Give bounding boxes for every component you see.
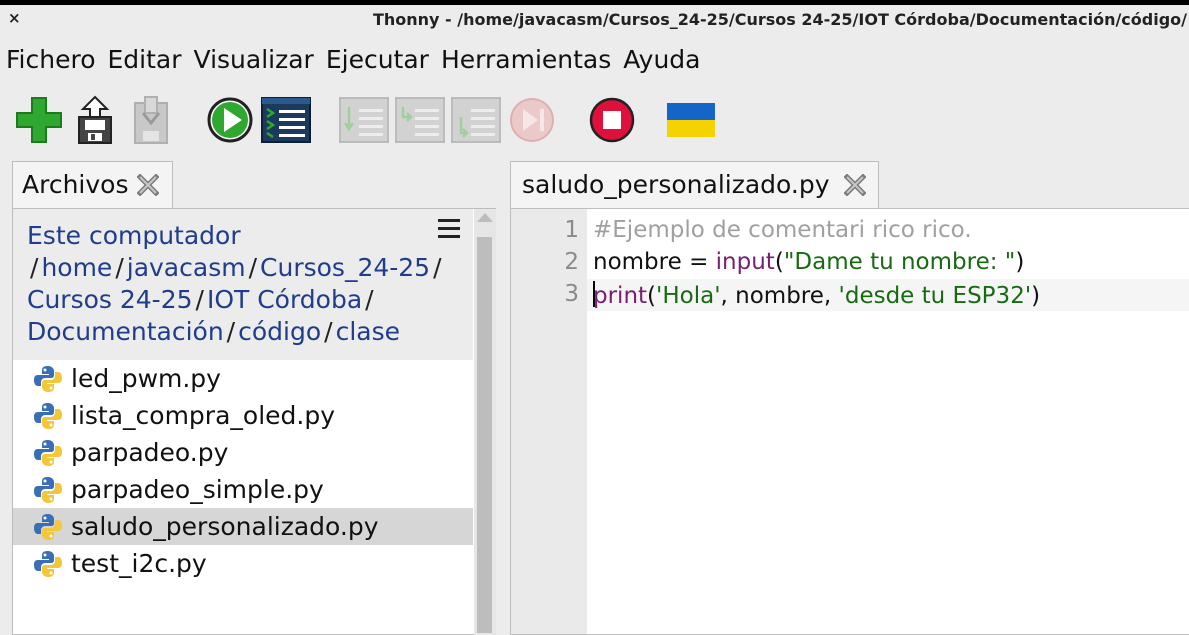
- stop-icon: [589, 97, 635, 143]
- path-separator: /: [30, 253, 39, 282]
- file-list: led_pwm.py lista_compra_oled.py parpadeo…: [13, 360, 473, 582]
- path-separator: /: [115, 253, 124, 282]
- line-number-gutter: 1 2 3: [511, 209, 587, 634]
- window-title: Thonny - /home/javacasm/Cursos_24-25/Cur…: [372, 10, 1187, 29]
- file-item-test-i2c[interactable]: test_i2c.py: [13, 545, 473, 582]
- new-file-icon: [16, 97, 62, 143]
- save-file-icon: [134, 96, 168, 144]
- path-separator: /: [433, 253, 442, 282]
- title-bar: × Thonny - /home/javacasm/Cursos_24-25/C…: [0, 0, 1189, 37]
- tab-files-label: Archivos: [22, 170, 129, 199]
- resume-icon: [510, 98, 554, 142]
- path-segment[interactable]: Documentación: [27, 317, 224, 346]
- python-icon: [34, 439, 62, 466]
- path-segment[interactable]: Cursos 24-25: [27, 285, 193, 314]
- step-over-icon: [339, 97, 389, 143]
- path-segment[interactable]: código: [238, 317, 321, 346]
- path-segment[interactable]: clase: [336, 317, 400, 346]
- python-icon: [34, 365, 62, 392]
- editor-tab-label: saludo_personalizado.py: [522, 170, 830, 199]
- code-line-1: #Ejemplo de comentari rico rico.: [593, 217, 972, 243]
- menu-ayuda[interactable]: Ayuda: [623, 45, 700, 74]
- file-item-name: parpadeo_simple.py: [71, 475, 324, 504]
- file-item-parpadeo[interactable]: parpadeo.py: [13, 434, 473, 471]
- path-segment[interactable]: Cursos_24-25: [260, 253, 430, 282]
- step-over-button[interactable]: [338, 92, 390, 148]
- close-icon[interactable]: [137, 174, 159, 196]
- step-into-button[interactable]: [394, 92, 446, 148]
- python-icon: [34, 513, 62, 540]
- file-item-name: parpadeo.py: [71, 438, 229, 467]
- file-item-led-pwm[interactable]: led_pwm.py: [13, 360, 473, 397]
- code-line-3: print('Hola', nombre, 'desde tu ESP32'): [593, 281, 1041, 309]
- tab-editor-saludo-personalizado[interactable]: saludo_personalizado.py: [510, 161, 879, 209]
- close-icon[interactable]: ×: [8, 9, 21, 27]
- file-item-name: saludo_personalizado.py: [71, 512, 379, 541]
- file-item-saludo-personalizado[interactable]: saludo_personalizado.py: [13, 508, 473, 545]
- line-number: 2: [564, 249, 579, 275]
- file-item-name: led_pwm.py: [71, 364, 221, 393]
- run-icon: [207, 97, 253, 143]
- run-button[interactable]: [204, 92, 256, 148]
- file-item-name: lista_compra_oled.py: [71, 401, 336, 430]
- path-separator: /: [324, 317, 333, 346]
- code-text-area[interactable]: #Ejemplo de comentari rico rico. nombre …: [587, 209, 1189, 634]
- open-file-button[interactable]: [69, 92, 121, 148]
- breadcrumb: Este computador / home / javacasm / Cursos_24…: [13, 209, 473, 360]
- path-separator: /: [365, 285, 374, 314]
- step-into-icon: [395, 97, 445, 143]
- path-segment[interactable]: home: [41, 253, 112, 282]
- line-number: 1: [564, 217, 579, 243]
- debug-button[interactable]: [260, 92, 312, 148]
- file-item-parpadeo-simple[interactable]: parpadeo_simple.py: [13, 471, 473, 508]
- path-root-link[interactable]: Este computador: [27, 221, 241, 250]
- open-file-icon: [78, 95, 112, 144]
- code-editor[interactable]: 1 2 3 #Ejemplo de comentari rico rico. n…: [510, 208, 1189, 635]
- new-file-button[interactable]: [13, 92, 65, 148]
- menu-herramientas[interactable]: Herramientas: [441, 45, 611, 74]
- files-scrollbar[interactable]: [474, 209, 496, 635]
- menu-ejecutar[interactable]: Ejecutar: [326, 45, 429, 74]
- save-file-button[interactable]: [125, 92, 177, 148]
- python-icon: [34, 402, 62, 429]
- file-item-lista-compra-oled[interactable]: lista_compra_oled.py: [13, 397, 473, 434]
- tab-files[interactable]: Archivos: [12, 161, 173, 209]
- resume-button[interactable]: [506, 92, 558, 148]
- code-line-2: nombre = input("Dame tu nombre: "): [593, 249, 1025, 275]
- scrollbar-thumb[interactable]: [477, 237, 492, 633]
- path-segment[interactable]: javacasm: [127, 253, 246, 282]
- path-separator: /: [195, 285, 204, 314]
- path-separator: /: [248, 253, 258, 282]
- hamburger-menu-icon[interactable]: [438, 219, 460, 239]
- step-out-button[interactable]: [450, 92, 502, 148]
- menu-bar: Fichero Editar Visualizar Ejecutar Herra…: [0, 40, 713, 78]
- python-icon: [34, 476, 62, 503]
- python-icon: [34, 550, 62, 577]
- menu-editar[interactable]: Editar: [108, 45, 182, 74]
- path-separator: /: [226, 317, 236, 346]
- support-ukraine-button[interactable]: [665, 92, 717, 148]
- toolbar: [0, 92, 760, 148]
- scroll-up-icon[interactable]: [477, 213, 493, 222]
- close-icon[interactable]: [844, 174, 866, 196]
- file-item-name: test_i2c.py: [71, 549, 207, 578]
- stop-button[interactable]: [586, 92, 638, 148]
- line-number: 3: [564, 281, 579, 307]
- debug-icon: [261, 97, 311, 143]
- step-out-icon: [451, 97, 501, 143]
- menu-visualizar[interactable]: Visualizar: [194, 45, 314, 74]
- menu-fichero[interactable]: Fichero: [6, 45, 96, 74]
- path-segment[interactable]: IOT Córdoba: [207, 285, 362, 314]
- ukraine-flag-icon: [667, 103, 715, 137]
- files-panel: Este computador / home / javacasm / Cursos_24…: [12, 208, 496, 635]
